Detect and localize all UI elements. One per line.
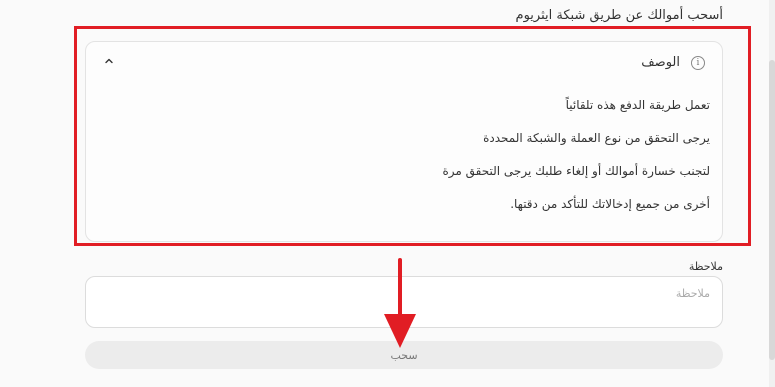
annotation-highlight-box <box>74 26 751 246</box>
page-heading: أسحب أموالك عن طريق شبكة ايثريوم <box>515 8 723 23</box>
note-input[interactable] <box>85 276 723 328</box>
withdraw-button[interactable]: سحب <box>85 341 723 369</box>
page-scrollbar[interactable] <box>769 0 775 387</box>
note-label: ملاحظة <box>688 260 723 273</box>
scrollbar-thumb[interactable] <box>769 60 775 360</box>
